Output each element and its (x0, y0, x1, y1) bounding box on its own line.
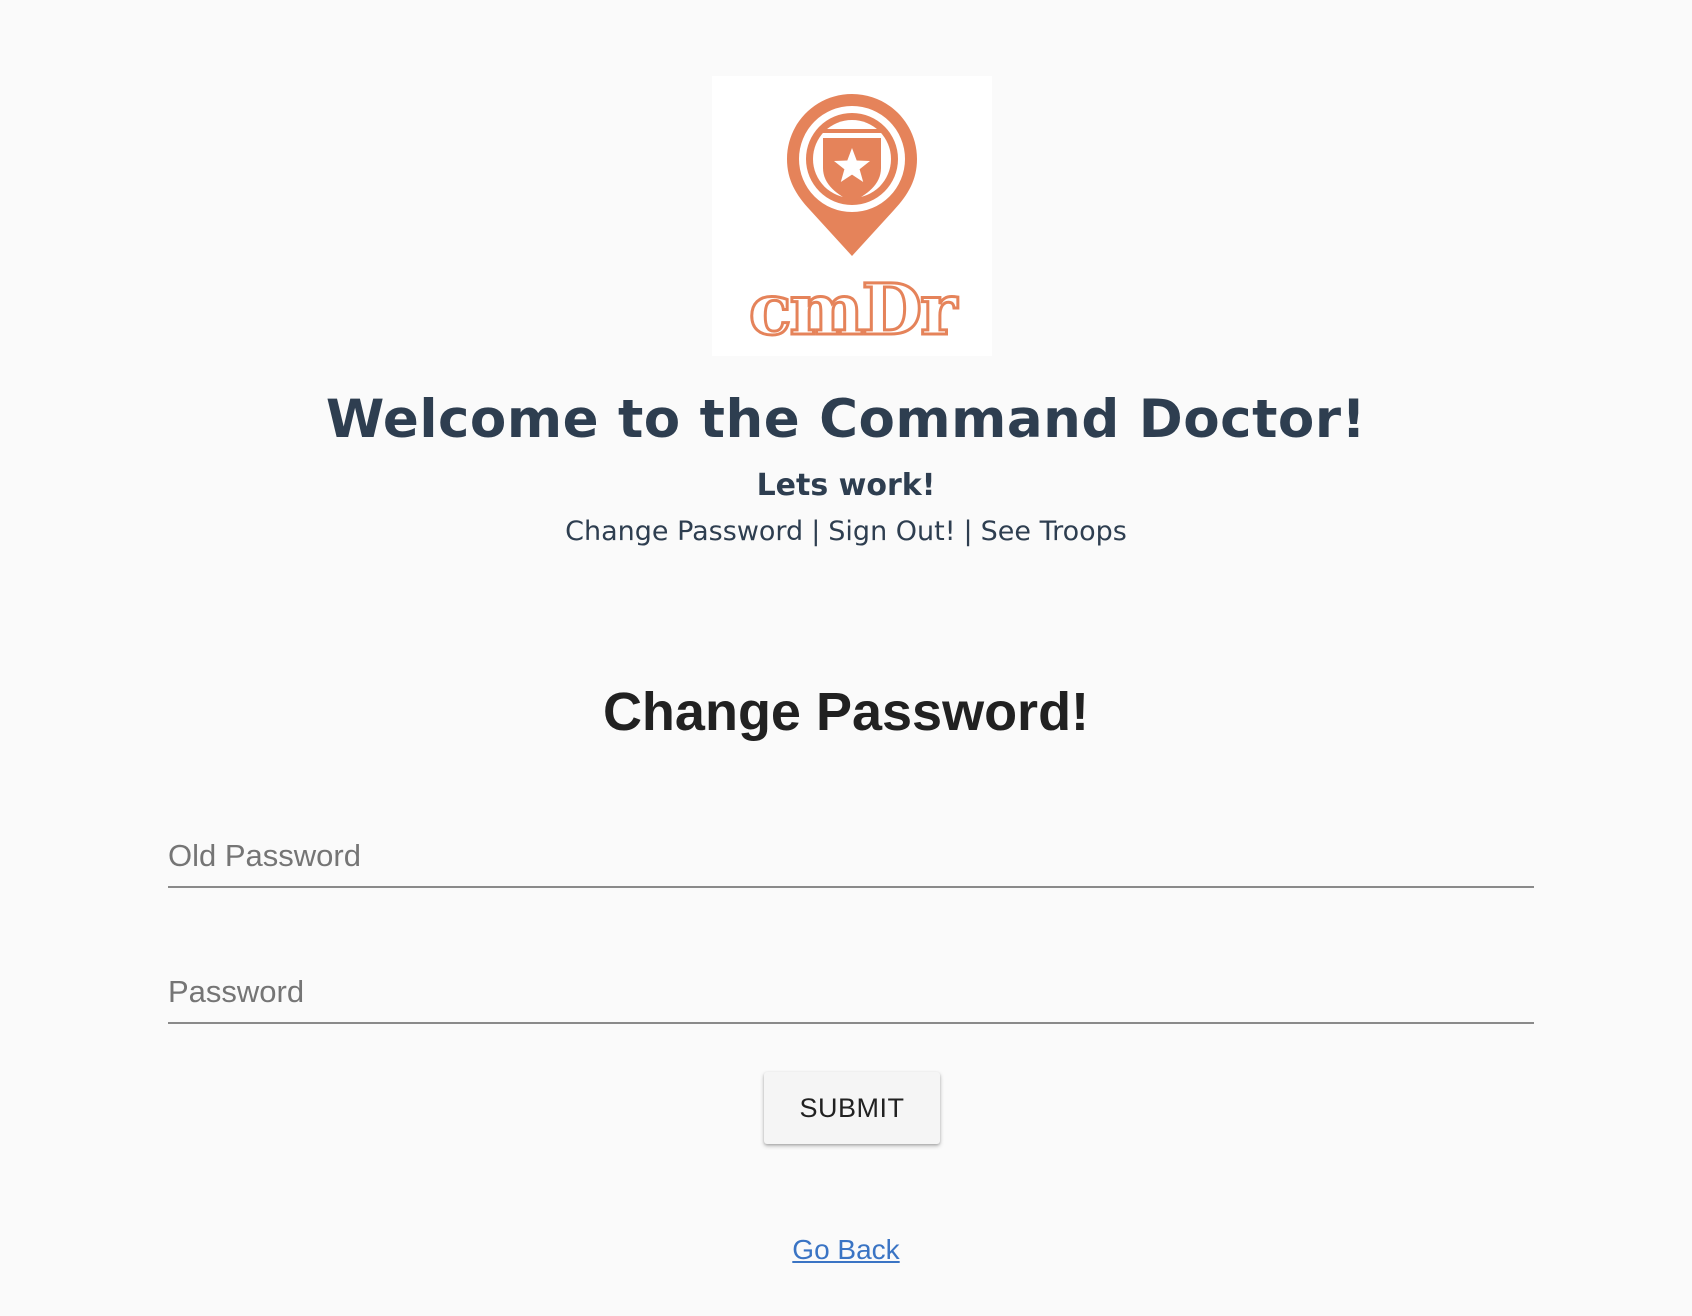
new-password-field (168, 962, 1534, 1024)
nav-sign-out-link[interactable]: Sign Out! (828, 516, 955, 547)
nav-change-password-link[interactable]: Change Password (565, 516, 803, 547)
go-back-link[interactable]: Go Back (792, 1234, 899, 1265)
nav-separator: | (963, 516, 973, 547)
old-password-input[interactable] (168, 834, 1534, 878)
go-back-container: Go Back (0, 1230, 1692, 1270)
nav-see-troops-link[interactable]: See Troops (981, 516, 1127, 547)
page-subtitle: Lets work! (756, 468, 936, 503)
logo-wordmark: cmDr (749, 268, 958, 351)
top-nav: Change Password | Sign Out! | See Troops (0, 512, 1692, 552)
new-password-input[interactable] (168, 970, 1534, 1014)
nav-separator: | (811, 516, 821, 547)
cmdr-logo: cmDr (712, 76, 992, 356)
submit-button[interactable]: SUBMIT (764, 1072, 940, 1144)
form-title: Change Password! (602, 682, 1090, 742)
change-password-page: cmDr Welcome to the Command Doctor! Lets… (0, 0, 1692, 1316)
old-password-field (168, 826, 1534, 888)
shield-star-map-pin-icon: cmDr (747, 94, 962, 353)
page-title: Welcome to the Command Doctor! (325, 389, 1367, 450)
